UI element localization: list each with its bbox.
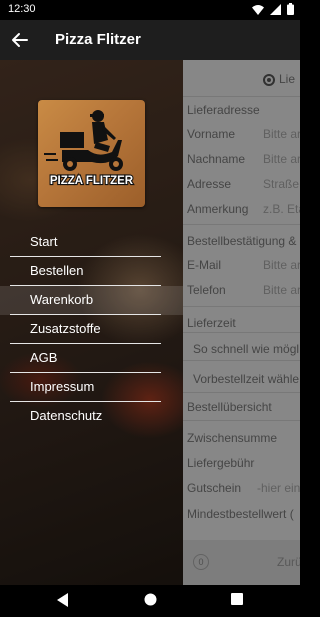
scooter-logo-icon: PIZZA FLITZER xyxy=(44,110,135,188)
system-nav-bar xyxy=(0,585,300,617)
status-time: 12:30 xyxy=(8,3,36,15)
menu-item-label: Start xyxy=(30,234,58,249)
menu-item-start[interactable]: Start xyxy=(0,228,183,257)
menu-item-zusatzstoffe[interactable]: Zusatzstoffe xyxy=(0,315,183,344)
menu-item-warenkorb[interactable]: Warenkorb xyxy=(0,286,183,315)
menu-item-bestellen[interactable]: Bestellen xyxy=(0,257,183,286)
menu-item-label: Zusatzstoffe xyxy=(30,321,101,336)
app-title: Pizza Flitzer xyxy=(55,31,141,48)
menu-item-label: Warenkorb xyxy=(30,292,94,307)
back-arrow-icon[interactable] xyxy=(10,30,30,50)
logo: PIZZA FLITZER xyxy=(38,100,145,207)
menu-item-agb[interactable]: AGB xyxy=(0,344,183,373)
menu-item-label: Bestellen xyxy=(30,263,84,278)
navigation-drawer: PIZZA FLITZER Start Bestellen Warenkorb … xyxy=(0,60,183,585)
menu-item-label: Impressum xyxy=(30,379,95,394)
nav-home-icon[interactable] xyxy=(144,593,157,606)
battery-icon xyxy=(287,3,294,15)
status-icons xyxy=(252,3,294,15)
status-bar: 12:30 xyxy=(0,0,300,20)
app-bar: Pizza Flitzer xyxy=(0,20,300,60)
signal-icon xyxy=(270,3,281,15)
logo-text: PIZZA FLITZER xyxy=(50,175,134,187)
content-area: Lie Lieferadresse Vorname Bitte ar Nachn… xyxy=(0,20,300,585)
wifi-icon xyxy=(252,4,264,15)
drawer-scrim[interactable] xyxy=(183,60,300,585)
menu-item-datenschutz[interactable]: Datenschutz xyxy=(0,402,183,431)
nav-back-icon[interactable] xyxy=(57,593,69,607)
menu-item-label: Datenschutz xyxy=(30,408,103,423)
menu-item-impressum[interactable]: Impressum xyxy=(0,373,183,402)
drawer-menu: Start Bestellen Warenkorb Zusatzstoffe A… xyxy=(0,228,183,431)
nav-recents-icon[interactable] xyxy=(231,593,243,605)
menu-item-label: AGB xyxy=(30,350,58,365)
